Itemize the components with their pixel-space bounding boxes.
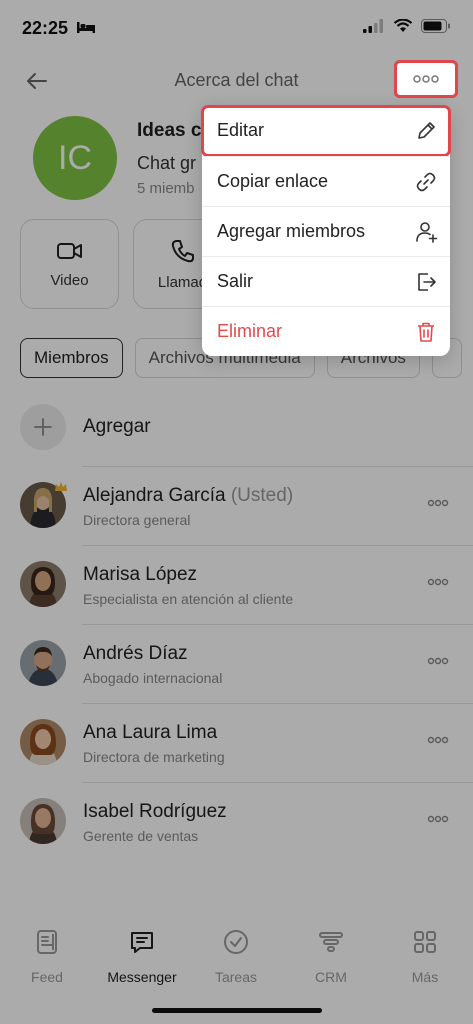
link-icon	[416, 172, 436, 192]
menu-item-copy-link[interactable]: Copiar enlace	[202, 156, 450, 206]
trash-icon	[418, 322, 434, 342]
chat-options-menu: Editar Copiar enlace Agregar miembros Sa…	[201, 105, 451, 356]
menu-item-leave[interactable]: Salir	[202, 256, 450, 306]
ellipsis-icon	[413, 75, 439, 83]
delete-label: Eliminar	[217, 321, 283, 341]
menu-item-delete[interactable]: Eliminar	[202, 306, 450, 356]
exit-icon	[418, 273, 436, 291]
copy-link-label: Copiar enlace	[217, 171, 329, 191]
more-options-button-highlighted[interactable]	[394, 60, 458, 98]
menu-item-add-members[interactable]: Agregar miembros	[202, 206, 450, 256]
menu-item-edit[interactable]: Editar	[201, 105, 451, 157]
add-user-icon	[416, 222, 438, 243]
edit-label: Editar	[217, 120, 265, 140]
leave-label: Salir	[217, 271, 254, 291]
add-members-label: Agregar miembros	[217, 221, 366, 241]
pencil-icon	[418, 122, 435, 139]
